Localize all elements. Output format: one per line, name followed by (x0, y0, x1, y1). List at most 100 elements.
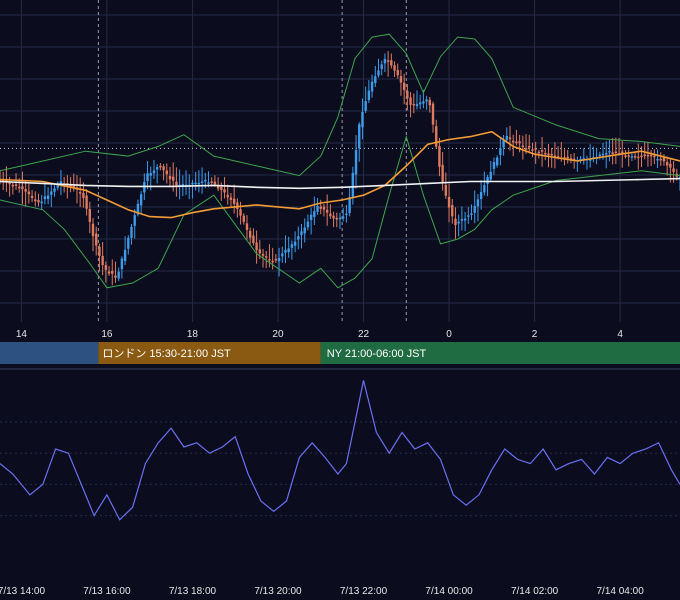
candle-body (662, 157, 666, 162)
candle-body (95, 233, 98, 246)
candle-body (297, 236, 300, 240)
candle-body (11, 184, 15, 187)
x-tick-label: 16 (101, 329, 113, 340)
candle-body (21, 186, 24, 190)
candle-body (425, 99, 428, 102)
candle-body (390, 60, 393, 66)
candle-body (374, 76, 377, 84)
candle-body (165, 170, 168, 175)
candle-body (306, 221, 310, 228)
candle-body (499, 148, 502, 156)
candle-body (287, 248, 290, 253)
session-london-label: ロンドン 15:30-21:00 JST (102, 348, 231, 360)
x-tick-label: 4 (617, 329, 623, 340)
candle-body (502, 140, 505, 148)
candle-body (547, 153, 550, 156)
candle-body (14, 184, 18, 186)
candle-body (82, 192, 85, 199)
candle-body (393, 65, 396, 71)
candle-body (245, 223, 249, 231)
x-tick-label: 7/14 04:00 (596, 586, 644, 597)
candle-body (406, 90, 409, 99)
candle-body (566, 156, 569, 159)
candle-body (544, 152, 547, 155)
candle-body (290, 244, 294, 248)
candle-body (665, 162, 669, 166)
candle-body (479, 191, 483, 200)
candle-body (608, 151, 611, 153)
candle-body (643, 154, 646, 156)
candle-body (159, 165, 162, 168)
candle-body (351, 172, 355, 197)
candle-body (518, 141, 521, 144)
candle-body (335, 217, 338, 220)
candle-body (329, 213, 332, 217)
candle-body (43, 196, 47, 200)
x-tick-label: 2 (532, 329, 538, 340)
candle-body (226, 194, 229, 198)
candle-body (370, 81, 374, 92)
candle-body (367, 90, 371, 101)
candle-body (300, 231, 303, 236)
candle-body (402, 82, 406, 91)
candle-body (53, 188, 56, 192)
candle-body (428, 99, 432, 106)
candle-body (30, 195, 34, 198)
candle-body (656, 159, 659, 161)
candle-body (537, 151, 541, 154)
candle-body (454, 218, 457, 226)
candle-body (293, 241, 297, 246)
candle-body (396, 70, 399, 76)
candle-body (611, 152, 614, 154)
trading-chart: 14 16 18 20 22 0 2 4 ロンドン 15:30-21:00 JST NY 21… (0, 0, 680, 600)
candle-body (194, 182, 197, 185)
candle-body (277, 257, 281, 262)
candle-body (252, 235, 255, 244)
candle-body (492, 162, 496, 169)
candle-body (418, 102, 422, 105)
candle-body (139, 194, 143, 206)
candle-body (348, 196, 351, 214)
candle-body (521, 145, 525, 148)
candle-body (476, 199, 480, 207)
candle-body (316, 205, 319, 212)
x-tick-label: 18 (187, 329, 199, 340)
candle-body (377, 70, 380, 76)
candle-body (114, 275, 117, 278)
candle-body (361, 112, 364, 128)
candle-body (200, 181, 204, 184)
candle-body (168, 176, 172, 180)
x-tick-label: 20 (272, 329, 284, 340)
candle-body (467, 215, 470, 217)
candle-body (383, 58, 387, 64)
candle-body (120, 258, 124, 270)
candle-body (614, 151, 618, 154)
candle-body (534, 148, 537, 150)
candle-body (415, 104, 419, 106)
candle-body (380, 64, 383, 69)
candle-body (605, 152, 608, 155)
candle-body (550, 153, 553, 156)
candle-body (386, 60, 390, 62)
candle-body (204, 179, 207, 182)
candle-body (107, 271, 111, 274)
candle-body (191, 182, 194, 185)
candle-body (268, 259, 271, 261)
candle-body (672, 168, 675, 172)
candle-body (175, 181, 178, 186)
candle-body (24, 188, 27, 192)
candle-body (495, 157, 499, 166)
candle-body (111, 271, 114, 274)
candle-body (457, 221, 460, 224)
candle-body (50, 191, 53, 195)
candle-body (531, 149, 534, 151)
candle-body (133, 215, 136, 226)
candle-body (463, 218, 467, 221)
candle-body (653, 155, 656, 158)
x-tick-label: 7/14 02:00 (511, 586, 559, 597)
candle-body (261, 254, 265, 256)
candle-body (98, 246, 101, 256)
candle-body (213, 181, 217, 185)
candle-body (85, 195, 88, 209)
candle-body (281, 253, 284, 257)
